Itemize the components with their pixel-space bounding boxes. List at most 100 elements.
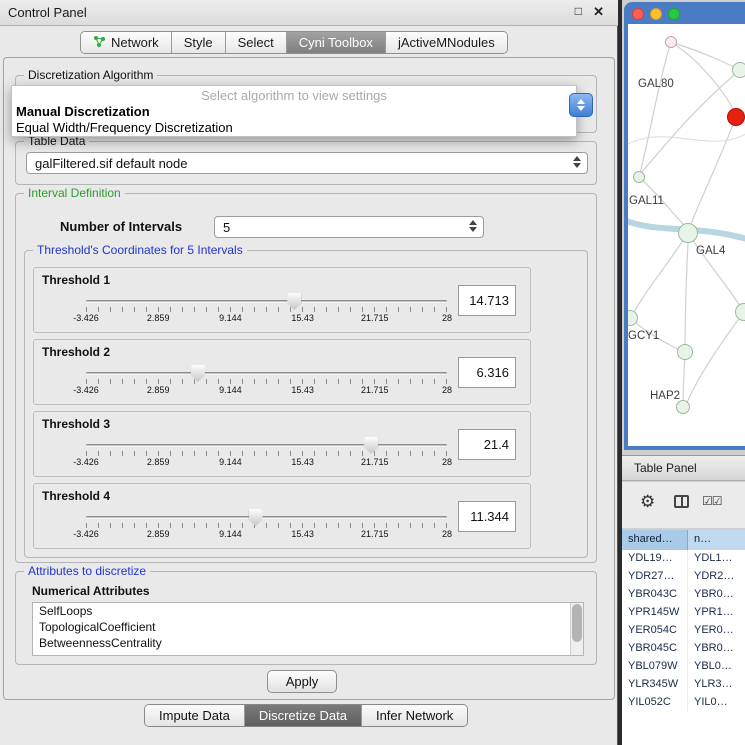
slider-track[interactable] bbox=[86, 516, 447, 519]
tab-label: Select bbox=[238, 35, 274, 50]
threshold-label: Threshold 2 bbox=[42, 345, 110, 359]
slider-track[interactable] bbox=[86, 372, 447, 375]
list-item[interactable]: TopologicalCoefficient bbox=[33, 619, 583, 635]
table-row[interactable]: YER054CYER0… bbox=[622, 622, 745, 640]
algorithm-option-manual[interactable]: Manual Discretization bbox=[16, 104, 150, 119]
window-minimize-traffic-light[interactable] bbox=[650, 8, 662, 20]
cell[interactable]: YIL052C bbox=[622, 694, 688, 712]
table-row[interactable]: YBL079WYBL0… bbox=[622, 658, 745, 676]
cell[interactable]: YBR0… bbox=[688, 640, 745, 658]
stepper-up-icon bbox=[577, 99, 585, 104]
threshold-4-slider[interactable]: -3.426 2.859 9.144 15.43 21.715 28 bbox=[86, 508, 447, 542]
scale-label: 28 bbox=[442, 529, 452, 539]
cell[interactable]: YDL1… bbox=[688, 550, 745, 568]
num-intervals-combo[interactable]: 5 bbox=[214, 216, 484, 238]
slider-track[interactable] bbox=[86, 444, 447, 447]
tab-network[interactable]: Network bbox=[81, 32, 172, 53]
network-node[interactable] bbox=[676, 400, 690, 414]
algorithm-combo-stepper[interactable] bbox=[569, 93, 593, 117]
application: Control Panel □ ✕ Network Style Select C… bbox=[0, 0, 745, 745]
table-row[interactable]: YLR345WYLR3… bbox=[622, 676, 745, 694]
table-row[interactable]: YDL19…YDL1… bbox=[622, 550, 745, 568]
cell[interactable]: YBR045C bbox=[622, 640, 688, 658]
network-node[interactable] bbox=[677, 344, 693, 360]
scale-label: 15.43 bbox=[291, 313, 314, 323]
list-item[interactable]: BetweennessCentrality bbox=[33, 635, 583, 651]
threshold-3-value-field[interactable]: 21.4 bbox=[458, 429, 516, 460]
cell[interactable]: YPR145W bbox=[622, 604, 688, 622]
close-icon[interactable]: ✕ bbox=[593, 4, 604, 20]
network-node[interactable] bbox=[732, 62, 745, 78]
cell[interactable]: YBL079W bbox=[622, 658, 688, 676]
cell[interactable]: YPR1… bbox=[688, 604, 745, 622]
minimize-icon[interactable]: □ bbox=[575, 4, 582, 18]
tab-discretize-data[interactable]: Discretize Data bbox=[245, 705, 362, 726]
threshold-2-slider[interactable]: -3.426 2.859 9.144 15.43 21.715 28 bbox=[86, 364, 447, 398]
table-row[interactable]: YBR045CYBR0… bbox=[622, 640, 745, 658]
cell[interactable]: YDR27… bbox=[622, 568, 688, 586]
threshold-1-box: Threshold 1 -3.426 2.859 9.144 15.43 21.… bbox=[33, 267, 531, 333]
cell[interactable]: YER0… bbox=[688, 622, 745, 640]
scrollbar-thumb[interactable] bbox=[572, 604, 582, 642]
network-node[interactable] bbox=[665, 36, 677, 48]
cell[interactable]: YIL0… bbox=[688, 694, 745, 712]
network-node[interactable] bbox=[633, 171, 645, 183]
list-scrollbar[interactable] bbox=[570, 603, 583, 655]
list-item[interactable]: SelfLoops bbox=[33, 603, 583, 619]
column-header-shared[interactable]: shared… bbox=[622, 530, 688, 550]
gear-icon[interactable]: ⚙ bbox=[640, 492, 655, 512]
control-panel-titlebar: Control Panel □ ✕ bbox=[0, 0, 618, 26]
window-close-traffic-light[interactable] bbox=[632, 8, 644, 20]
table-row[interactable]: YDR27…YDR2… bbox=[622, 568, 745, 586]
threshold-4-value-field[interactable]: 11.344 bbox=[458, 501, 516, 532]
table-row[interactable]: YPR145WYPR1… bbox=[622, 604, 745, 622]
table-row[interactable]: YBR043CYBR0… bbox=[622, 586, 745, 604]
select-all-checkboxes-icon[interactable]: ☑☑ bbox=[702, 494, 722, 508]
scale-label: 9.144 bbox=[219, 457, 242, 467]
slider-ticks bbox=[86, 523, 447, 528]
panel-title: Control Panel bbox=[8, 5, 87, 20]
attributes-list: SelfLoops TopologicalCoefficient Between… bbox=[32, 602, 584, 656]
table-panel-titlebar: Table Panel bbox=[622, 455, 745, 481]
scale-label: 28 bbox=[442, 457, 452, 467]
thresholds-group-title: Threshold's Coordinates for 5 Intervals bbox=[33, 243, 247, 257]
apply-button[interactable]: Apply bbox=[267, 670, 337, 693]
tab-cyni-toolbox[interactable]: Cyni Toolbox bbox=[287, 32, 386, 53]
cell[interactable]: YDR2… bbox=[688, 568, 745, 586]
cell[interactable]: YER054C bbox=[622, 622, 688, 640]
tab-impute-data[interactable]: Impute Data bbox=[145, 705, 245, 726]
threshold-1-value-field[interactable]: 14.713 bbox=[458, 285, 516, 316]
threshold-2-box: Threshold 2 -3.426 2.859 9.144 15.43 21.… bbox=[33, 339, 531, 405]
cell[interactable]: YBL0… bbox=[688, 658, 745, 676]
threshold-label: Threshold 4 bbox=[42, 489, 110, 503]
columns-icon[interactable] bbox=[674, 495, 689, 508]
chevron-updown-icon bbox=[469, 220, 477, 232]
algorithm-option-equal-width[interactable]: Equal Width/Frequency Discretization bbox=[16, 120, 233, 135]
slider-scale: -3.426 2.859 9.144 15.43 21.715 28 bbox=[86, 385, 447, 397]
table-row[interactable]: YIL052CYIL0… bbox=[622, 694, 745, 712]
table-data-combo[interactable]: galFiltered.sif default node bbox=[26, 152, 588, 174]
table-data-group: Table Data galFiltered.sif default node bbox=[15, 141, 597, 185]
num-intervals-value: 5 bbox=[223, 220, 230, 235]
cell[interactable]: YDL19… bbox=[622, 550, 688, 568]
cell[interactable]: YBR0… bbox=[688, 586, 745, 604]
window-zoom-traffic-light[interactable] bbox=[668, 8, 680, 20]
tab-infer-network[interactable]: Infer Network bbox=[362, 705, 467, 726]
threshold-3-slider[interactable]: -3.426 2.859 9.144 15.43 21.715 28 bbox=[86, 436, 447, 470]
network-node-selected[interactable] bbox=[727, 108, 745, 126]
cell[interactable]: YLR3… bbox=[688, 676, 745, 694]
slider-scale: -3.426 2.859 9.144 15.43 21.715 28 bbox=[86, 529, 447, 541]
tab-jactivemnodules[interactable]: jActiveMNodules bbox=[386, 32, 507, 53]
right-panel: GAL80 GAL11 GAL4 GCY1 HAP2 Table Panel ⚙… bbox=[622, 0, 745, 745]
tab-select[interactable]: Select bbox=[226, 32, 287, 53]
network-canvas[interactable]: GAL80 GAL11 GAL4 GCY1 HAP2 bbox=[628, 24, 745, 446]
cell[interactable]: YLR345W bbox=[622, 676, 688, 694]
threshold-2-value-field[interactable]: 6.316 bbox=[458, 357, 516, 388]
cell[interactable]: YBR043C bbox=[622, 586, 688, 604]
slider-track[interactable] bbox=[86, 300, 447, 303]
threshold-1-slider[interactable]: -3.426 2.859 9.144 15.43 21.715 28 bbox=[86, 292, 447, 326]
column-header-name[interactable]: n… bbox=[688, 530, 745, 550]
network-node[interactable] bbox=[678, 223, 698, 243]
tab-style[interactable]: Style bbox=[172, 32, 226, 53]
network-view-window: GAL80 GAL11 GAL4 GCY1 HAP2 bbox=[624, 2, 745, 450]
